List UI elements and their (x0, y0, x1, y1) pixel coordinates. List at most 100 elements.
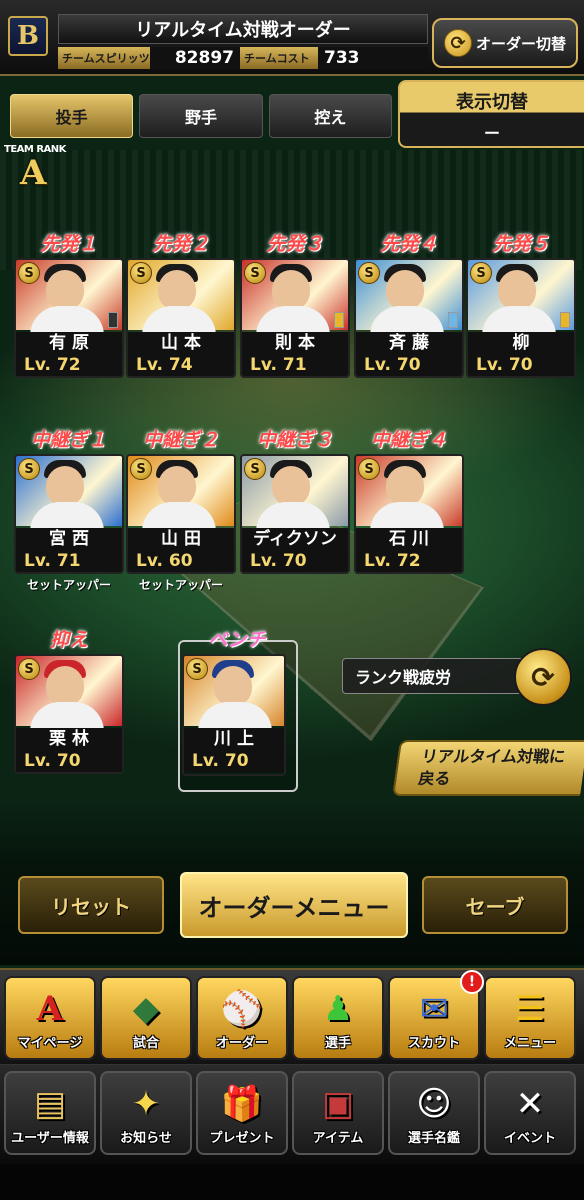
player-card[interactable]: S 川上 Lv. 70 (182, 654, 286, 776)
player-level: Lv. 70 (16, 750, 122, 772)
player-level: Lv. 70 (468, 354, 574, 376)
save-button[interactable]: セーブ (422, 876, 568, 934)
order-switch-button[interactable]: ⟳ オーダー切替 (432, 18, 578, 68)
slot-position: 先発４ (380, 233, 438, 255)
player-name: 則本 (242, 332, 348, 354)
player-card[interactable]: S 斉藤 Lv. 70 (354, 258, 464, 378)
player-card[interactable]: S ディクソン Lv. 70 (240, 454, 350, 574)
player-card[interactable]: S 山本 Lv. 74 (126, 258, 236, 378)
display-switch-button[interactable]: 表示切替 ー (398, 80, 584, 148)
fatigue-toggle-button[interactable]: ⟳ (514, 648, 572, 706)
reliever-slot[interactable]: 中継ぎ３ S ディクソン Lv. 70 (240, 428, 350, 574)
menu-label: メニュー (503, 1036, 556, 1051)
player-card[interactable]: S 宮西 Lv. 71 (14, 454, 124, 574)
menu-item-box[interactable]: ▣ アイテム (292, 1071, 384, 1155)
menu-game[interactable]: ◆ 試合 (100, 976, 192, 1060)
player-card[interactable]: S 則本 Lv. 71 (240, 258, 350, 378)
slot-position: 抑え (49, 629, 88, 651)
player-level: Lv. 74 (128, 354, 234, 376)
player-name: 山本 (128, 332, 234, 354)
back-to-realtime-button[interactable]: リアルタイム対戦に戻る (392, 740, 584, 796)
reliever-slot[interactable]: 中継ぎ４ S 石川 Lv. 72 (354, 428, 464, 574)
player-name: ディクソン (242, 528, 348, 550)
page-title: リアルタイム対戦オーダー (58, 14, 428, 44)
player-level: Lv. 70 (356, 354, 462, 376)
event-icon: ✕ (515, 1084, 545, 1124)
player-level: Lv. 70 (242, 550, 348, 572)
menu-event[interactable]: ✕ イベント (484, 1071, 576, 1155)
starter-slot[interactable]: 先発５ S 柳 Lv. 70 (466, 232, 576, 378)
reliever-slot[interactable]: 中継ぎ１ S 宮西 Lv. 71 セットアッパー (14, 428, 124, 593)
present-icon: 🎁 (220, 1084, 264, 1124)
order-switch-label: オーダー切替 (475, 34, 566, 53)
menu-label: スカウト (407, 1036, 460, 1051)
stadium-icon: ◆ (132, 989, 160, 1029)
menu-menu[interactable]: ☰ メニュー (484, 976, 576, 1060)
bench-slot[interactable]: ベンチ S 川上 Lv. 70 (182, 628, 292, 776)
rank-s-icon: S (18, 658, 40, 680)
slot-position: 中継ぎ４ (370, 429, 447, 451)
tab-pitcher[interactable]: 投手 (10, 94, 134, 138)
menu-player-book[interactable]: ☺ 選手名鑑 (388, 1071, 480, 1155)
starter-slot[interactable]: 先発２ S 山本 Lv. 74 (126, 232, 236, 378)
spirits-value: 82897 (150, 47, 240, 69)
menu-news[interactable]: ✦ お知らせ (100, 1071, 192, 1155)
rank-fatigue-label: ランク戦疲労 (342, 658, 538, 694)
tab-reserve[interactable]: 控え (268, 94, 392, 138)
menu-label: 選手名鑑 (407, 1131, 460, 1146)
swap-icon: ⟳ (443, 29, 472, 57)
spirits-label: チームスピリッツ (58, 47, 150, 69)
badge-icon (448, 312, 458, 328)
notification-badge: ! (460, 970, 484, 994)
item-icon: ▣ (321, 1084, 355, 1124)
menu-present[interactable]: 🎁 プレゼント (196, 1071, 288, 1155)
starter-slot[interactable]: 先発４ S 斉藤 Lv. 70 (354, 232, 464, 378)
slot-position: 中継ぎ２ (142, 429, 219, 451)
player-level: Lv. 71 (242, 354, 348, 376)
footer-strip (0, 1164, 584, 1200)
menu-label: 選手 (324, 1036, 351, 1051)
slot-position: ベンチ (208, 629, 266, 651)
menu-player[interactable]: ♟ 選手 (292, 976, 384, 1060)
order-menu-button[interactable]: オーダーメニュー (180, 872, 408, 938)
rank-s-icon: S (358, 262, 380, 284)
menu-label: お知らせ (120, 1131, 172, 1146)
rank-s-icon: S (358, 458, 380, 480)
rank-s-icon: S (186, 658, 208, 680)
slot-position: 先発１ (40, 233, 98, 255)
player-name: 川上 (184, 728, 284, 750)
menu-order[interactable]: ⚾ オーダー (196, 976, 288, 1060)
sub-menu-bar: ▤ ユーザー情報 ✦ お知らせ 🎁 プレゼント ▣ アイテム ☺ 選手名鑑 ✕ … (0, 1064, 584, 1164)
slot-position: 先発２ (152, 233, 210, 255)
reliever-slot[interactable]: 中継ぎ２ S 山田 Lv. 60 セットアッパー (126, 428, 236, 593)
player-name: 石川 (356, 528, 462, 550)
player-card[interactable]: S 山田 Lv. 60 (126, 454, 236, 574)
starter-slot[interactable]: 先発３ S 則本 Lv. 71 (240, 232, 350, 378)
menu-label: アイテム (312, 1131, 364, 1146)
player-level: Lv. 71 (16, 550, 122, 572)
player-card[interactable]: S 石川 Lv. 72 (354, 454, 464, 574)
menu-user-info[interactable]: ▤ ユーザー情報 (4, 1071, 96, 1155)
closer-slot[interactable]: 抑え S 栗林 Lv. 70 (14, 628, 124, 774)
player-book-icon: ☺ (416, 1084, 452, 1124)
menu-mypage[interactable]: A マイページ (4, 976, 96, 1060)
player-card[interactable]: S 有原 Lv. 72 (14, 258, 124, 378)
team-stats: チームスピリッツ 82897 チームコスト 733 (58, 47, 428, 69)
player-card[interactable]: S 柳 Lv. 70 (466, 258, 576, 378)
slot-position: 先発３ (266, 233, 324, 255)
reset-button[interactable]: リセット (18, 876, 164, 934)
rank-s-icon: S (18, 458, 40, 480)
player-level: Lv. 72 (16, 354, 122, 376)
player-card[interactable]: S 栗林 Lv. 70 (14, 654, 124, 774)
menu-scout[interactable]: ! ✉ スカウト (388, 970, 484, 1060)
order-icon: ⚾ (220, 989, 264, 1029)
slot-position: 中継ぎ１ (30, 429, 107, 451)
team-logo: B (8, 16, 48, 56)
starter-slot[interactable]: 先発１ S 有原 Lv. 72 (14, 232, 124, 378)
swap-icon: ⟳ (531, 660, 555, 694)
player-name: 宮西 (16, 528, 122, 550)
team-rank-value: A (20, 153, 47, 193)
rank-s-icon: S (18, 262, 40, 284)
player-name: 有原 (16, 332, 122, 354)
tab-fielder[interactable]: 野手 (139, 94, 263, 138)
